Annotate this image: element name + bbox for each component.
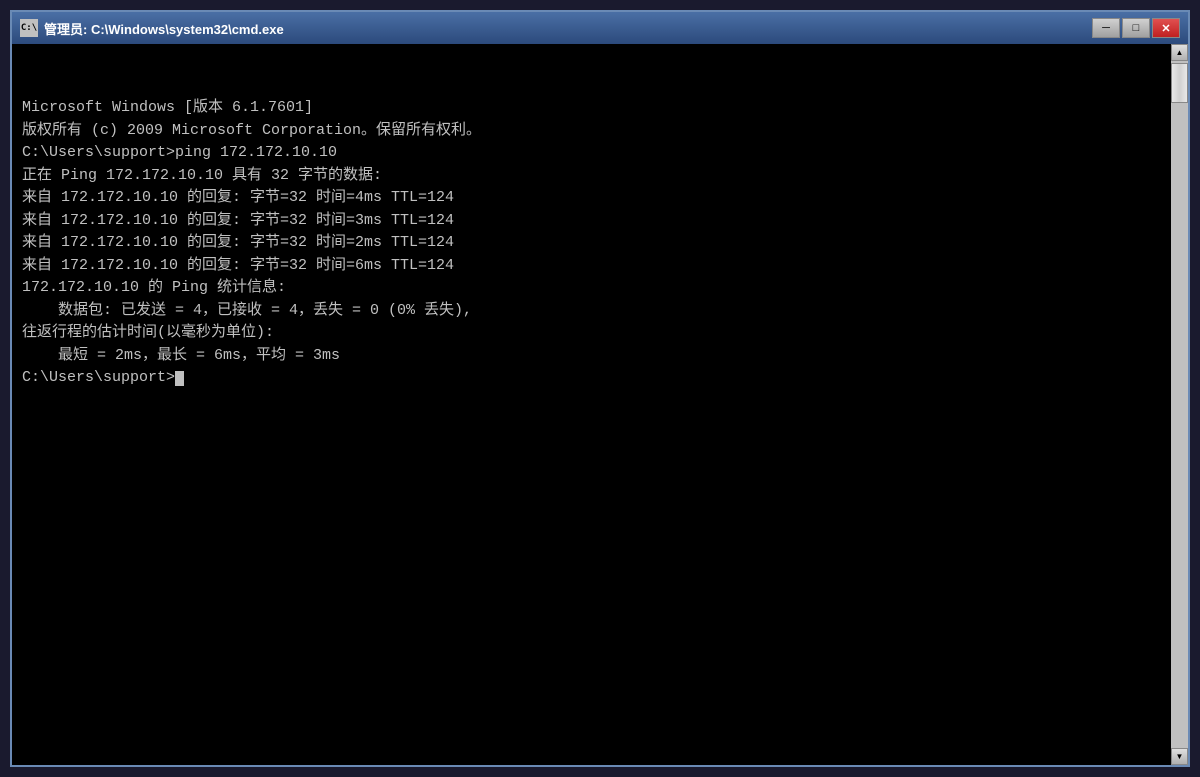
scroll-down-button[interactable]: ▼ bbox=[1171, 748, 1188, 765]
terminal-line: 来自 172.172.10.10 的回复: 字节=32 时间=2ms TTL=1… bbox=[22, 232, 1161, 255]
terminal-output[interactable]: Microsoft Windows [版本 6.1.7601]版权所有 (c) … bbox=[12, 44, 1171, 765]
terminal-line: C:\Users\support> bbox=[22, 367, 1161, 390]
terminal-line: Microsoft Windows [版本 6.1.7601] bbox=[22, 97, 1161, 120]
terminal-line: 正在 Ping 172.172.10.10 具有 32 字节的数据: bbox=[22, 165, 1161, 188]
window-body: Microsoft Windows [版本 6.1.7601]版权所有 (c) … bbox=[12, 44, 1188, 765]
terminal-line: 数据包: 已发送 = 4，已接收 = 4，丢失 = 0 (0% 丢失), bbox=[22, 300, 1161, 323]
terminal-line: 最短 = 2ms，最长 = 6ms，平均 = 3ms bbox=[22, 345, 1161, 368]
terminal-line: 来自 172.172.10.10 的回复: 字节=32 时间=4ms TTL=1… bbox=[22, 187, 1161, 210]
terminal-line: 往返行程的估计时间(以毫秒为单位): bbox=[22, 322, 1161, 345]
scrollbar-track[interactable] bbox=[1171, 61, 1188, 748]
cmd-window: C:\ 管理员: C:\Windows\system32\cmd.exe ─ □… bbox=[10, 10, 1190, 767]
title-bar: C:\ 管理员: C:\Windows\system32\cmd.exe ─ □… bbox=[12, 12, 1188, 44]
terminal-line: C:\Users\support>ping 172.172.10.10 bbox=[22, 142, 1161, 165]
close-button[interactable]: ✕ bbox=[1152, 18, 1180, 38]
minimize-button[interactable]: ─ bbox=[1092, 18, 1120, 38]
terminal-line: 版权所有 (c) 2009 Microsoft Corporation。保留所有… bbox=[22, 120, 1161, 143]
scroll-up-button[interactable]: ▲ bbox=[1171, 44, 1188, 61]
maximize-button[interactable]: □ bbox=[1122, 18, 1150, 38]
terminal-cursor bbox=[175, 371, 184, 386]
scrollbar[interactable]: ▲ ▼ bbox=[1171, 44, 1188, 765]
scrollbar-thumb[interactable] bbox=[1171, 63, 1188, 103]
terminal-line: 172.172.10.10 的 Ping 统计信息: bbox=[22, 277, 1161, 300]
terminal-line: 来自 172.172.10.10 的回复: 字节=32 时间=3ms TTL=1… bbox=[22, 210, 1161, 233]
window-title: 管理员: C:\Windows\system32\cmd.exe bbox=[44, 19, 1092, 38]
window-controls: ─ □ ✕ bbox=[1092, 18, 1180, 38]
terminal-line: 来自 172.172.10.10 的回复: 字节=32 时间=6ms TTL=1… bbox=[22, 255, 1161, 278]
cmd-icon: C:\ bbox=[20, 19, 38, 37]
